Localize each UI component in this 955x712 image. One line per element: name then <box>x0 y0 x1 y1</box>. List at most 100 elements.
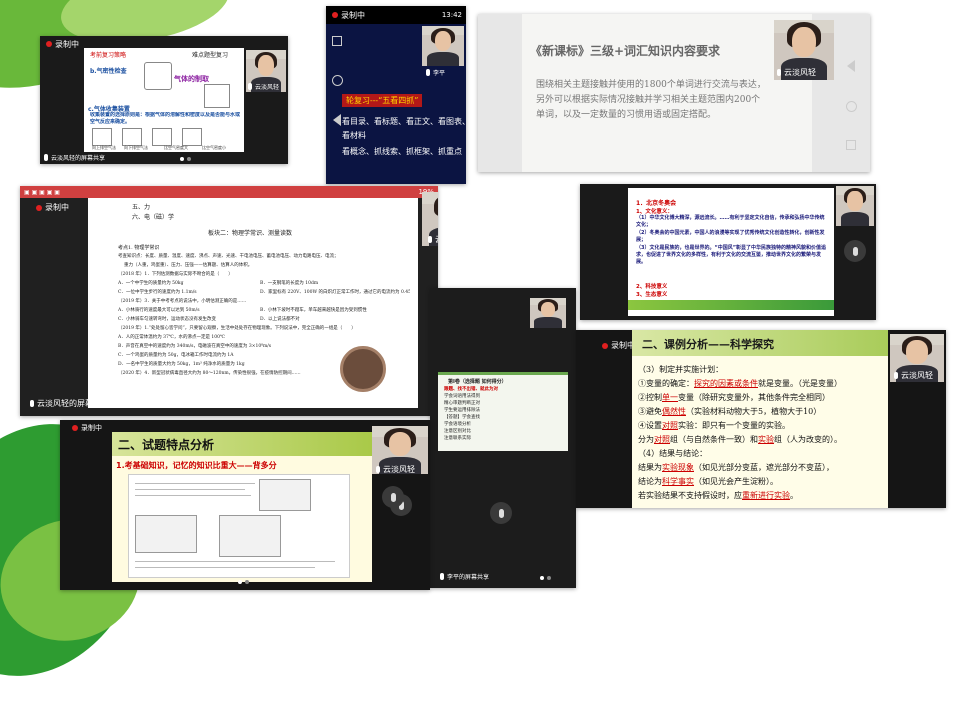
doc-line: B．小林下坡时不蹬车，单车越来越快是因为受到惯性 <box>260 308 367 313</box>
mic-icon <box>894 372 898 379</box>
slide-title: 1．北京冬奥会 <box>636 200 677 207</box>
recording-indicator: 录制中 <box>30 202 69 213</box>
video-call-window-curriculum: 《新课标》三级+词汇知识内容要求 围绕相关主题接触并使用的1800个单词进行交流… <box>478 14 870 172</box>
apparatus-drawing <box>204 84 230 108</box>
screen-share-label: 云淡风轻的屏幕共享 <box>44 153 105 162</box>
back-icon[interactable] <box>847 60 855 72</box>
strategy-list-item: 【答题】学会查找 <box>444 415 480 420</box>
video-call-window-physics: ▣ ▣ ▣ ▣ ▣ 19% 录制中 五、力 六、电（磁）学 板块二：物理学常识、… <box>20 186 438 416</box>
map-image <box>219 515 281 557</box>
item-c-desc: 收集装置的选择原则是：根据气体的溶解性和密度以及是否能与水或空气反应来确定。 <box>90 112 240 125</box>
camera-name-label: 云淡风轻 <box>894 370 933 381</box>
page-indicator <box>180 157 191 161</box>
label-dense: 比空气密度大 <box>164 145 188 150</box>
home-icon[interactable] <box>845 100 857 112</box>
doc-line: C．小林骑车匀速转弯时，运动状态没有发生改变 <box>118 317 216 322</box>
participant-camera[interactable]: 云淡风轻 <box>774 20 834 80</box>
item-b: b.气密性检查 <box>90 68 127 75</box>
doc-line: （2019 年）1.“处处留心皆学问”，只要留心观察，生活中处处存在物理现象。下… <box>118 326 356 331</box>
doc-line: A．小林骑行的速度最大可以达到 50m/s <box>118 308 200 313</box>
annotation-tool-wheel[interactable] <box>340 346 386 392</box>
apparatus-drawing <box>144 62 172 90</box>
doc-point: 考点1. 物理学常识 <box>118 245 160 251</box>
camera-name-label: 云淡风轻 <box>777 67 816 78</box>
shared-slide: 考前复习策略 难点题型复习 b.气密性检查 气体的制取 c.气体收集装置 收集装… <box>84 48 244 152</box>
doc-line: （2019 年）3．关于中考考点的说法中，小明估测正确的是…… <box>118 299 247 304</box>
slide-right-title: 难点题型复习 <box>192 52 229 59</box>
mic-toggle-button[interactable] <box>490 502 512 524</box>
doc-line: （2018 年）1．下列估测数据与实际不吻合的是（ ） <box>118 272 233 277</box>
doc-line: A．一个中学生的质量约为 50kg <box>118 281 184 286</box>
slide-line: 结果为实验现象（如见光部分变蓝，遮光部分不变蓝）， <box>638 463 834 472</box>
slide-line: 2、科技意义 <box>636 284 668 290</box>
strategy-list-item: 学会词语用法得到 <box>444 394 480 399</box>
doc-line: C．一位中学生步行的速度约为 1.1m/s <box>118 290 197 295</box>
record-icon <box>602 342 608 349</box>
screen-share-label: 李平的屏幕共享 <box>440 572 489 581</box>
video-call-window-olympics: 1．北京冬奥会 1、文化意义： （1）中华文化博大精深，源远流长。……有利于坚定… <box>580 184 876 320</box>
page-indicator <box>238 580 249 584</box>
map-image <box>259 479 311 511</box>
record-icon <box>332 12 338 18</box>
back-icon[interactable] <box>333 114 341 126</box>
shared-slide: 《新课标》三级+词汇知识内容要求 围绕相关主题接触并使用的1800个单词进行交流… <box>522 14 812 172</box>
record-icon <box>46 41 52 47</box>
android-nav-bar <box>330 36 344 126</box>
participant-camera[interactable] <box>422 26 464 66</box>
camera-name-label: 云淡风轻 <box>428 234 438 245</box>
slide-line: （2）冬奥会的中国元素，中国人的浪漫等实现了优秀传统文化创造性转化，创新性发展； <box>636 230 825 243</box>
mic-icon <box>44 154 48 161</box>
slide-line: ③避免偶然性（实验材料动物大于5，植物大于10） <box>638 407 822 416</box>
video-call-window-exam-analysis: 录制中 二、试题特点分析 1.考基础知识，记忆的知识比重大——背多分 云淡风轻 <box>60 420 430 590</box>
record-icon <box>36 204 42 211</box>
recent-apps-icon[interactable] <box>846 140 856 150</box>
recording-indicator: 录制中 <box>40 39 79 50</box>
slide-title: 二、课例分析——科学探究 <box>642 338 774 351</box>
doc-line: 重力（人重，鸡蛋重）、压力、压强——估算题、估算人的体积。 <box>124 263 253 268</box>
mic-toggle-button[interactable] <box>382 486 404 508</box>
slide-line2: 看材料 <box>342 131 366 140</box>
slide-footer-stripe <box>628 300 834 310</box>
recording-indicator: 录制中 <box>66 423 102 433</box>
status-bar: ▣ ▣ ▣ ▣ ▣ 19% <box>20 186 438 198</box>
strategy-list-item: 跟题、找不出错、就此为对 <box>444 387 498 392</box>
mic-icon <box>428 236 432 243</box>
participant-camera[interactable] <box>836 186 874 226</box>
participant-camera[interactable] <box>530 298 566 328</box>
slide-line: 1、文化意义： <box>636 209 673 215</box>
slide-subtitle: 1.考基础知识，记忆的知识比重大——背多分 <box>116 461 277 470</box>
shared-slide: 二、试题特点分析 1.考基础知识，记忆的知识比重大——背多分 <box>112 432 372 582</box>
shared-slide: 1．北京冬奥会 1、文化意义： （1）中华文化博大精深，源远流长。……有利于坚定… <box>628 188 834 316</box>
recent-apps-icon[interactable] <box>332 36 342 46</box>
strategy-list-item: 精心审题判断正对 <box>444 401 480 406</box>
mic-icon <box>376 466 380 473</box>
mic-toggle-button[interactable] <box>844 240 866 262</box>
doc-line: 考查知识点：长度、质量、温度、速度、沸点、声速、光速、干电池电压、蓄电池电压、动… <box>118 254 339 259</box>
camera-name-label: 李平 <box>426 68 445 77</box>
mic-icon <box>30 400 34 407</box>
android-nav-bar <box>844 60 858 150</box>
recording-indicator: 录制中 <box>596 340 635 351</box>
gas-title: 气体的制取 <box>174 75 209 83</box>
apparatus-row <box>92 128 240 146</box>
mic-icon <box>777 69 781 76</box>
participant-camera[interactable]: 云淡风轻 <box>246 50 286 92</box>
slide-line: （4）结果与结论： <box>638 449 708 458</box>
doc-line: D．家里标有 220V、100W 的白炽灯正常工作时，通过它的电流约为 0.45… <box>260 290 410 295</box>
map-image <box>135 515 197 553</box>
label-down: 向下排空气法 <box>124 145 148 150</box>
strategy-list-item: 学会语境分析 <box>444 422 471 427</box>
slide-line: ④设置对照实验：即只有一个变量的实验。 <box>638 421 790 430</box>
home-icon[interactable] <box>331 74 343 86</box>
slide-line: 3、生态意义 <box>636 292 668 298</box>
doc-line: D．以上说法都不对 <box>260 317 300 322</box>
camera-name-label: 云淡风轻 <box>248 82 279 91</box>
doc-line: A．人的正常体温约为 37℃，水的沸点一定是 100℃ <box>118 335 225 340</box>
slide-line: ②控制单一变量（除研究变量外，其他条件完全相同） <box>638 393 830 402</box>
recording-indicator: 录制中 <box>326 10 365 21</box>
screen-share-label: 云淡风轻的屏幕共享 <box>30 398 109 409</box>
shared-slide: 第Ⅰ卷（选择题 如何得分） 跟题、找不出错、就此为对 学会词语用法得到 精心审题判断… <box>438 372 568 451</box>
strategy-list-item: 注意区别对比 <box>444 429 471 434</box>
video-call-window-exam-strategy: 第Ⅰ卷（选择题 如何得分） 跟题、找不出错、就此为对 学会词语用法得到 精心审题判断… <box>430 288 576 588</box>
mic-icon <box>248 83 252 90</box>
